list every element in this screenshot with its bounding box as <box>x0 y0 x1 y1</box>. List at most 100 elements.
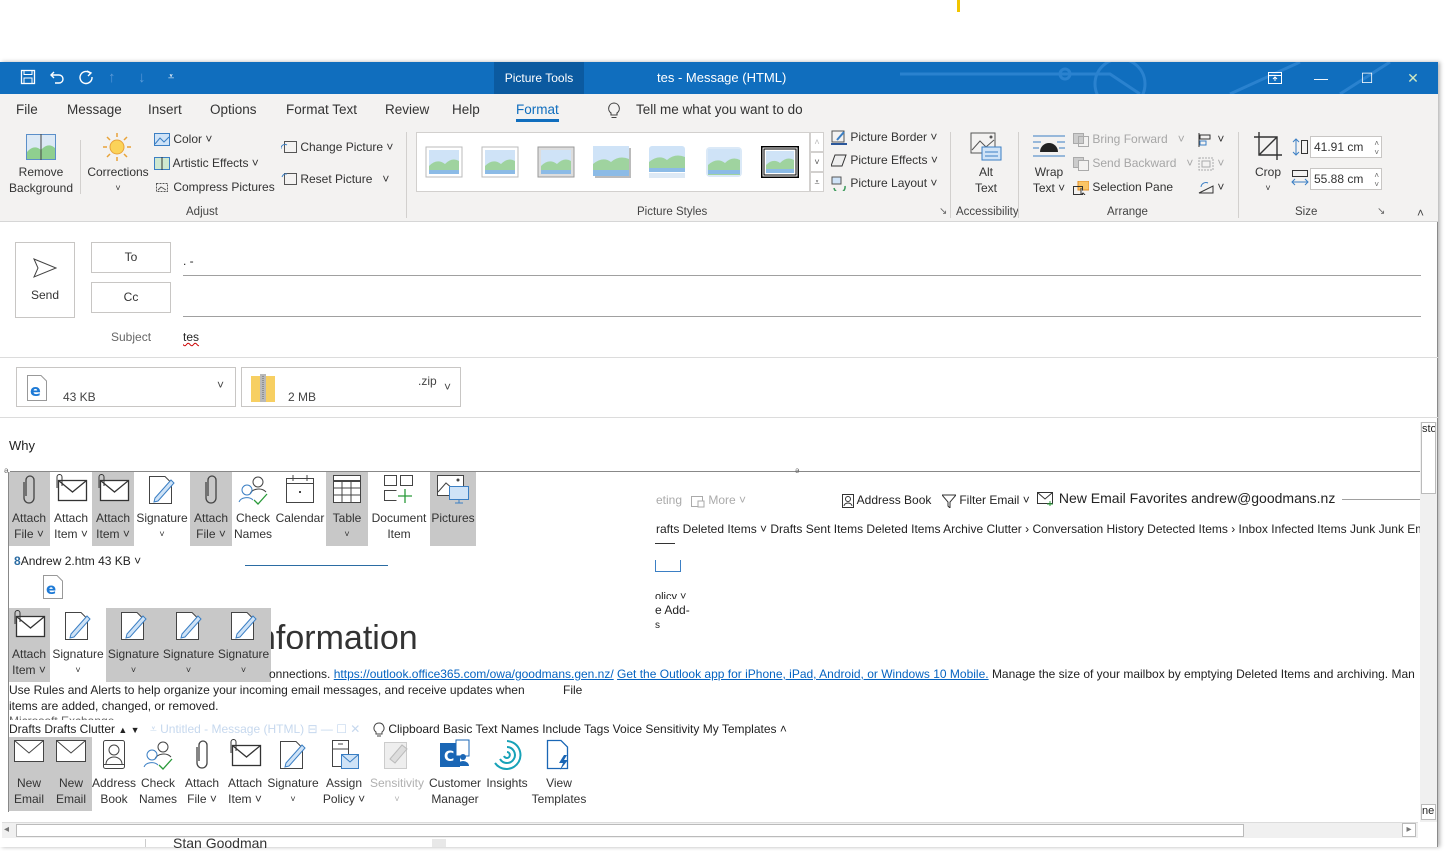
tab-insert[interactable]: Insert <box>148 102 182 117</box>
resize-handle[interactable]: ǝ <box>795 466 799 475</box>
toolbar-button-attach-item[interactable]: Attach Item ˅ <box>92 472 134 546</box>
vertical-scrollbar[interactable]: sto ne <box>1420 422 1437 822</box>
subject-field[interactable]: tes <box>183 330 1421 350</box>
picture-layout-button[interactable]: Picture Layout ˅ <box>831 176 937 194</box>
toolbar-button-assign-policy[interactable]: Assign Policy ˅ <box>320 737 368 811</box>
toolbar-button-label: Signature <box>162 647 215 661</box>
to-button[interactable]: To <box>91 242 171 273</box>
gallery-scroll-down[interactable]: ˅ <box>810 152 824 172</box>
toolbar-button-sensitivity-[interactable]: Sensitivity ˅ <box>368 737 426 811</box>
gallery-more[interactable]: ⩡ <box>810 172 824 192</box>
scroll-left-icon[interactable]: ◂ <box>4 824 9 835</box>
close-icon[interactable]: ✕ <box>1390 62 1436 94</box>
artistic-effects-button[interactable]: Artistic Effects ˅ <box>154 156 259 171</box>
minimize-icon[interactable]: — <box>1298 62 1344 94</box>
toolbar-button-signature-[interactable]: Signature ˅ <box>50 608 106 682</box>
dialog-launcher-icon[interactable]: ↘ <box>1377 206 1385 217</box>
toolbar-button-pictures[interactable]: Pictures <box>430 472 476 546</box>
tab-message[interactable]: Message <box>67 102 122 117</box>
undo-icon[interactable] <box>49 69 65 89</box>
send-icon <box>33 258 58 278</box>
outlook-app-link[interactable]: Get the Outlook app for iPhone, iPad, An… <box>617 667 989 681</box>
toolbar-button-label: File ˅ <box>14 527 44 541</box>
toolbar-button-attach-item[interactable]: Attach Item ˅ <box>8 608 50 682</box>
attach-item-icon <box>8 610 50 644</box>
reset-picture-button[interactable]: Reset Picture ˅ <box>281 172 389 186</box>
picture-style-2[interactable] <box>481 146 519 178</box>
color-button[interactable]: Color ˅ <box>154 132 212 147</box>
wrap-text-button[interactable]: Wrap Text ˅ <box>1027 164 1071 196</box>
picture-style-5[interactable] <box>649 146 687 178</box>
toolbar-button-attach-file[interactable]: Attach File ˅ <box>8 472 50 546</box>
picture-effects-button[interactable]: Picture Effects ˅ <box>830 153 938 167</box>
tab-format[interactable]: Format <box>516 102 559 122</box>
send-button[interactable]: Send <box>15 242 75 318</box>
toolbar-button-signature-[interactable]: Signature ˅ <box>216 608 271 682</box>
toolbar-button-attach-item[interactable]: Attach Item ˅ <box>50 472 92 546</box>
alt-text-button[interactable]: Alt Text <box>963 164 1009 196</box>
redo-icon[interactable] <box>78 69 94 89</box>
vertical-scroll-thumb[interactable]: sto <box>1421 422 1436 494</box>
toolbar-button-insights[interactable]: Insights <box>484 737 530 811</box>
scroll-right-icon[interactable]: ▸ <box>1402 823 1416 837</box>
toolbar-button-address-book[interactable]: Address Book <box>92 737 136 811</box>
to-field[interactable]: . - <box>183 246 1421 276</box>
attachment-html[interactable]: e 43 KB ˅ <box>16 367 236 407</box>
toolbar-button-check-names[interactable]: Check Names <box>136 737 180 811</box>
compress-pictures-button[interactable]: Compress Pictures <box>154 180 275 194</box>
chevron-down-icon[interactable]: ˅ <box>444 380 451 394</box>
save-icon[interactable] <box>20 69 36 89</box>
cc-field[interactable] <box>183 287 1421 317</box>
toolbar-button-signature-[interactable]: Signature ˅ <box>106 608 161 682</box>
toolbar-button-signature-[interactable]: Signature ˅ <box>266 737 320 811</box>
corrections-button[interactable]: Corrections ˅ <box>84 164 152 196</box>
toolbar-button-view-templates[interactable]: View Templates <box>530 737 588 811</box>
picture-border-button[interactable]: Picture Border ˅ <box>831 130 937 146</box>
remove-background-button[interactable]: Remove Background <box>6 164 76 196</box>
maximize-icon[interactable]: ☐ <box>1344 62 1390 94</box>
align-button[interactable]: ˅ <box>1198 132 1224 147</box>
toolbar-button-new-email[interactable]: New Email <box>8 737 50 811</box>
collapse-ribbon-icon[interactable]: ˄ <box>1417 206 1424 220</box>
toolbar-button-signature-[interactable]: Signature ˅ <box>134 472 190 546</box>
toolbar-button-label: View <box>546 776 572 790</box>
change-picture-button[interactable]: Change Picture ˅ <box>280 140 393 154</box>
toolbar-button-attach-item[interactable]: Attach Item ˅ <box>224 737 266 811</box>
picture-style-4[interactable] <box>593 146 631 178</box>
toolbar-button-signature-[interactable]: Signature ˅ <box>161 608 216 682</box>
picture-style-3[interactable] <box>537 146 575 178</box>
spin-down-icon[interactable]: ˅ <box>1374 143 1379 163</box>
tab-file[interactable]: File <box>16 102 38 117</box>
tell-me-search[interactable]: Tell me what you want to do <box>636 102 803 117</box>
toolbar-button-new-email[interactable]: New Email <box>50 737 92 811</box>
tab-help[interactable]: Help <box>452 102 480 117</box>
toolbar-button-document-item[interactable]: Document Item <box>368 472 430 546</box>
selection-pane-button[interactable]: Selection Pane <box>1073 180 1173 197</box>
tab-review[interactable]: Review <box>385 102 429 117</box>
cc-button[interactable]: Cc <box>91 282 171 313</box>
dialog-launcher-icon[interactable]: ↘ <box>939 206 947 217</box>
toolbar-button-label: ˅ <box>159 529 165 539</box>
ribbon-display-options-icon[interactable] <box>1252 62 1298 94</box>
shape-height-input[interactable]: 41.91 cm ˄ ˅ <box>1310 136 1382 158</box>
gallery-scroll-up[interactable]: ˄ <box>810 132 824 152</box>
picture-style-1[interactable] <box>425 146 463 178</box>
rotate-button[interactable]: ˅ <box>1198 180 1224 195</box>
toolbar-button-table-[interactable]: Table ˅ <box>326 472 368 546</box>
toolbar-button-calendar[interactable]: Calendar <box>274 472 326 546</box>
toolbar-button-attach-file[interactable]: Attach File ˅ <box>190 472 232 546</box>
attachment-zip[interactable]: .zip 2 MB ˅ <box>241 367 461 407</box>
tab-options[interactable]: Options <box>210 102 257 117</box>
tab-format-text[interactable]: Format Text <box>286 102 357 117</box>
toolbar-button-check-names[interactable]: Check Names <box>232 472 274 546</box>
customize-qat-icon[interactable]: ⩡ <box>168 71 174 84</box>
picture-style-6[interactable] <box>705 146 743 178</box>
picture-style-7-selected[interactable] <box>761 146 799 178</box>
shape-width-input[interactable]: 55.88 cm ˄ ˅ <box>1310 168 1382 190</box>
toolbar-button-attach-file[interactable]: Attach File ˅ <box>180 737 224 811</box>
toolbar-button-customer-manager[interactable]: C Customer Manager <box>426 737 484 811</box>
chevron-down-icon[interactable]: ˅ <box>217 378 224 392</box>
crop-button[interactable]: Crop ˅ <box>1248 164 1288 196</box>
owa-link[interactable]: https://outlook.office365.com/owa/goodma… <box>334 667 614 681</box>
spin-down-icon[interactable]: ˅ <box>1374 175 1379 195</box>
